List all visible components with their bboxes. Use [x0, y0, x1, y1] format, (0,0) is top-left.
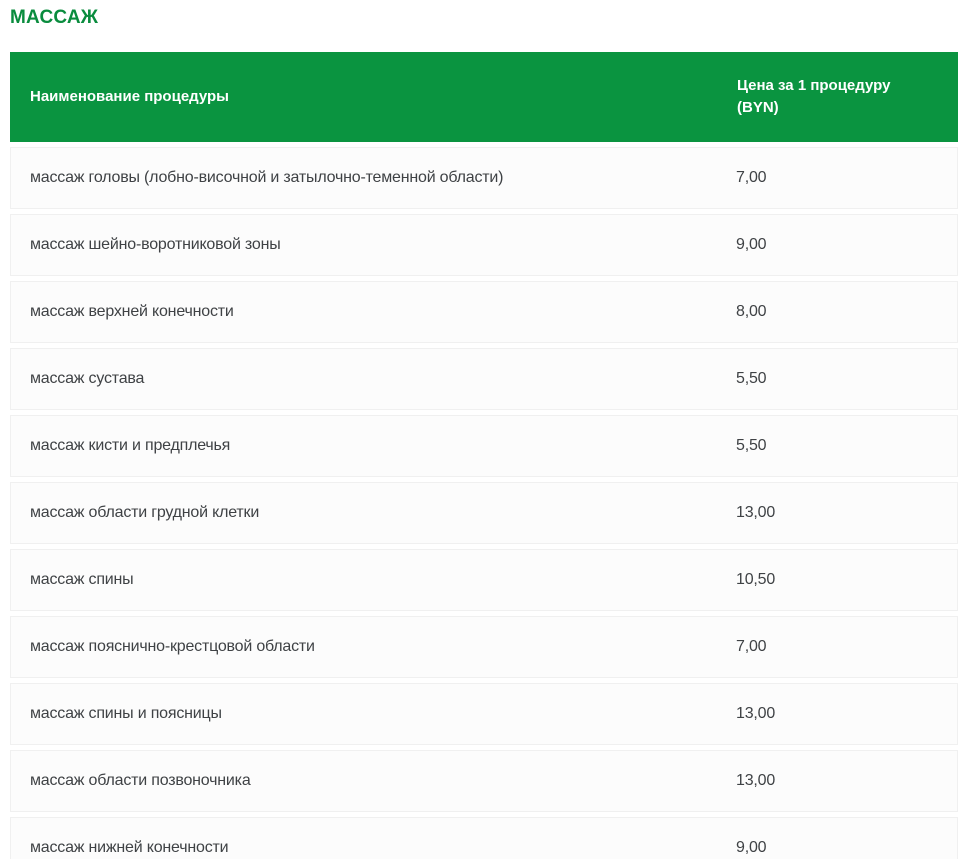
procedure-price: 9,00 [736, 839, 957, 857]
section-title: МАССАЖ [10, 7, 958, 29]
table-row: массаж головы (лобно-височной и затылочн… [10, 147, 958, 209]
table-row: массаж области грудной клетки 13,00 [10, 482, 958, 544]
procedure-price: 7,00 [736, 169, 957, 187]
table-row: массаж спины 10,50 [10, 549, 958, 611]
procedure-name: массаж пояснично-крестцовой области [11, 638, 736, 656]
column-header-price: Цена за 1 процедуру (BYN) [737, 75, 958, 120]
procedure-price: 10,50 [736, 571, 957, 589]
table-row: массаж спины и поясницы 13,00 [10, 683, 958, 745]
procedure-name: массаж кисти и предплечья [11, 437, 736, 455]
procedure-name: массаж области грудной клетки [11, 504, 736, 522]
procedure-price: 13,00 [736, 705, 957, 723]
table-row: массаж кисти и предплечья 5,50 [10, 415, 958, 477]
procedure-price: 5,50 [736, 370, 957, 388]
table-row: массаж нижней конечности 9,00 [10, 817, 958, 859]
procedure-price: 8,00 [736, 303, 957, 321]
procedure-price: 13,00 [736, 772, 957, 790]
procedure-price: 7,00 [736, 638, 957, 656]
procedure-name: массаж области позвоночника [11, 772, 736, 790]
procedure-name: массаж спины и поясницы [11, 705, 736, 723]
procedure-name: массаж верхней конечности [11, 303, 736, 321]
price-list-page: МАССАЖ Наименование процедуры Цена за 1 … [0, 7, 962, 859]
procedure-price: 9,00 [736, 236, 957, 254]
procedure-name: массаж сустава [11, 370, 736, 388]
table-row: массаж верхней конечности 8,00 [10, 281, 958, 343]
procedure-price: 5,50 [736, 437, 957, 455]
procedure-name: массаж нижней конечности [11, 839, 736, 857]
procedure-price: 13,00 [736, 504, 957, 522]
table-header-row: Наименование процедуры Цена за 1 процеду… [10, 52, 958, 142]
table-row: массаж шейно-воротниковой зоны 9,00 [10, 214, 958, 276]
table-row: массаж пояснично-крестцовой области 7,00 [10, 616, 958, 678]
procedure-name: массаж головы (лобно-височной и затылочн… [11, 169, 736, 187]
procedure-name: массаж шейно-воротниковой зоны [11, 236, 736, 254]
table-row: массаж сустава 5,50 [10, 348, 958, 410]
price-table: Наименование процедуры Цена за 1 процеду… [10, 52, 958, 859]
column-header-procedure: Наименование процедуры [10, 86, 737, 109]
procedure-name: массаж спины [11, 571, 736, 589]
table-body: массаж головы (лобно-височной и затылочн… [10, 147, 958, 859]
table-row: массаж области позвоночника 13,00 [10, 750, 958, 812]
